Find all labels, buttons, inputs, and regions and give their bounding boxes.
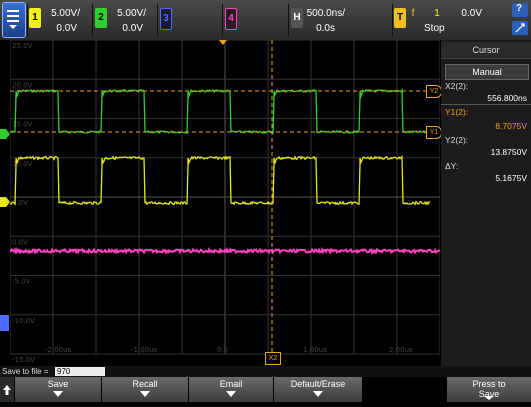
timebase-value: 500.0ns/ xyxy=(306,8,345,19)
trigger-badge[interactable]: T xyxy=(394,8,406,28)
x-axis-label: 1.00us xyxy=(303,346,327,354)
channel-1-ground-marker[interactable]: T xyxy=(0,189,10,209)
x-axis-label: -1.00us xyxy=(131,346,158,354)
save-filename-field[interactable]: 970 xyxy=(55,367,105,376)
y2-label: Y2(2): xyxy=(445,135,469,145)
email-softkey[interactable]: Email xyxy=(189,377,274,402)
y1-value: 8.7075V xyxy=(495,121,527,131)
channel-3-badge[interactable]: 3 xyxy=(160,8,172,30)
down-arrow-icon xyxy=(140,391,150,397)
down-arrow-icon xyxy=(226,391,236,397)
touch-icon xyxy=(515,23,525,33)
channel-1-offset: 0.0V xyxy=(56,23,77,34)
delta-y-label: ΔY: xyxy=(445,161,459,171)
save-to-file-label: Save to file = xyxy=(2,367,49,376)
recall-softkey[interactable]: Recall xyxy=(102,377,189,402)
y-axis-label: -15.0V xyxy=(12,356,35,364)
channel-2-scale: 5.00V/ xyxy=(117,8,146,19)
down-arrow-icon xyxy=(53,391,63,397)
y2-value: 13.8750V xyxy=(490,147,527,157)
x-axis-label: 0.0 xyxy=(217,346,228,354)
y-axis-label: -10.0V xyxy=(12,317,35,325)
top-status-bar: 1 5.00V/ 0.0V 2 5.00V/ 0.0V 3 4 H 500.0n… xyxy=(0,0,531,40)
waveform-display[interactable]: 25.0V 20.0V 15.0V 10.0V 5.0V 0.0V -5.0V -10.0V -… xyxy=(10,40,442,366)
horizontal-badge[interactable]: H xyxy=(291,8,303,28)
question-icon: ? xyxy=(516,3,523,14)
trigger-slope-icon: f xyxy=(411,8,415,19)
default-erase-softkey-label: Default/Erase xyxy=(290,379,346,389)
menu-button[interactable] xyxy=(2,2,26,38)
channel-2-badge[interactable]: 2 xyxy=(95,8,107,28)
delta-y-value: 5.1675V xyxy=(495,173,527,183)
cursor-y2-tag[interactable]: Y2 xyxy=(426,85,442,98)
menu-icon xyxy=(7,10,19,29)
cursor-x2-tag[interactable]: X2 xyxy=(265,352,281,365)
delay-value: 0.0s xyxy=(316,23,335,34)
x-axis-label: -2.00us xyxy=(45,346,72,354)
y-axis-label: -5.0V xyxy=(12,278,31,286)
channel-1-badge[interactable]: 1 xyxy=(29,8,41,28)
channel-1-scale: 5.00V/ xyxy=(51,8,80,19)
default-erase-softkey[interactable]: Default/Erase xyxy=(274,377,363,402)
empty-softkey xyxy=(363,377,447,402)
recall-softkey-label: Recall xyxy=(132,379,158,389)
x-axis-label: 2.00us xyxy=(389,346,413,354)
help-button[interactable]: ? xyxy=(512,3,528,17)
save-softkey-label: Save xyxy=(47,379,69,389)
acquisition-status: Stop xyxy=(424,23,445,34)
channel-4-badge[interactable]: 4 xyxy=(225,8,237,30)
cursor-y1-tag[interactable]: Y1 xyxy=(426,126,442,139)
up-arrow-icon xyxy=(3,385,11,395)
save-filename-bar: Save to file = 970 xyxy=(0,366,531,377)
y-axis-label: 10.0V xyxy=(12,160,33,168)
channel-3-ground-marker[interactable] xyxy=(0,315,9,331)
cursor-panel: Cursor Manual X2(2): 556.800ns Y1(2): 8.… xyxy=(441,40,531,366)
x2-value: 556.800ns xyxy=(487,93,527,103)
x2-label: X2(2): xyxy=(445,81,469,91)
back-button[interactable] xyxy=(0,377,14,402)
y1-label: Y1(2): xyxy=(445,107,469,117)
softkey-bar: Save Recall Email Default/Erase Press to… xyxy=(0,377,531,402)
touch-toggle-button[interactable] xyxy=(512,21,528,35)
email-softkey-label: Email xyxy=(219,379,243,389)
y-axis-label: 20.0V xyxy=(12,81,33,89)
y-axis-label: 0.0V xyxy=(12,238,28,246)
press-to-save-softkey[interactable]: Press to Save xyxy=(447,377,531,402)
trigger-source: 1 xyxy=(434,8,440,19)
channel-2-ground-marker[interactable] xyxy=(0,126,10,139)
channel-2-trace xyxy=(10,87,431,135)
save-softkey[interactable]: Save xyxy=(15,377,102,402)
trigger-level: 0.0V xyxy=(461,8,482,19)
waveform-graticule: 25.0V20.0V15.0V10.0V5.0V0.0V-5.0V-10.0V-… xyxy=(10,40,440,364)
down-arrow-icon xyxy=(484,396,494,400)
down-arrow-icon xyxy=(313,391,323,397)
svg-text:T: T xyxy=(0,195,5,196)
cursor-panel-title[interactable]: Cursor xyxy=(441,42,531,59)
channel-2-offset: 0.0V xyxy=(122,23,143,34)
y-axis-label: 25.0V xyxy=(12,42,33,50)
cursor-mode-button[interactable]: Manual xyxy=(445,64,529,80)
trigger-position-marker xyxy=(219,40,227,45)
